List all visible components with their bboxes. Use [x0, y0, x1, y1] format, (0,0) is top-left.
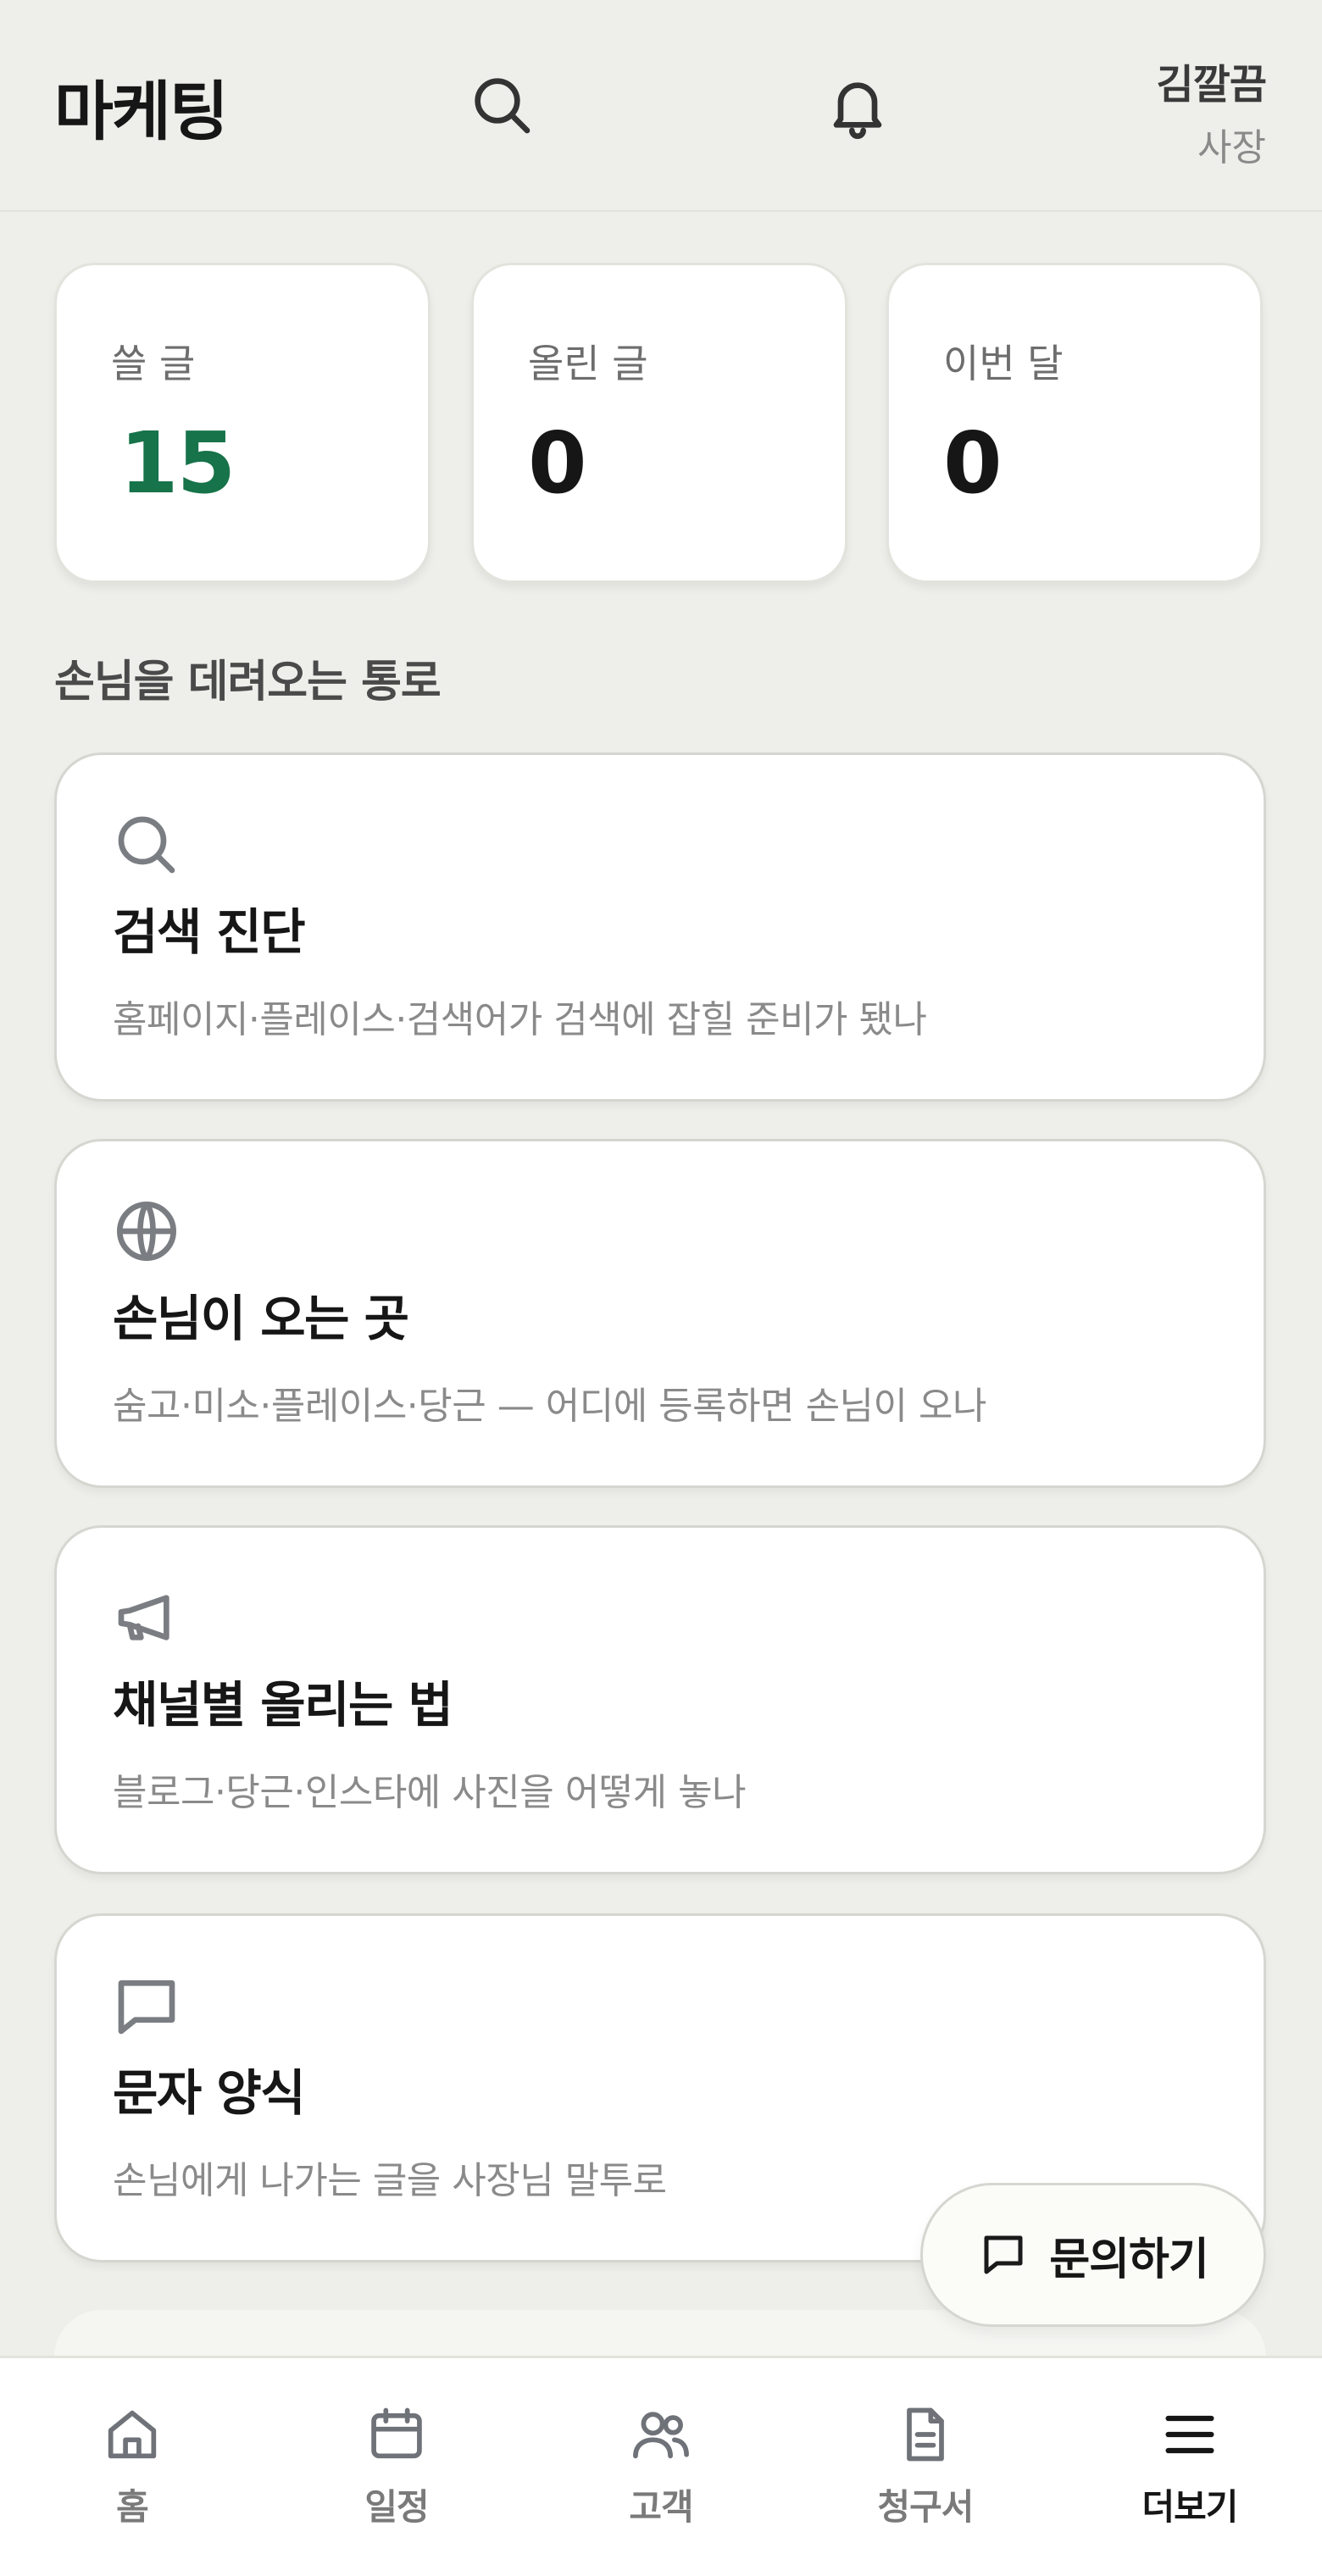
stat-value: 15 — [119, 414, 236, 513]
section-title: 손님을 데려오는 통로 — [54, 657, 442, 708]
stat-label: 올린 글 — [528, 341, 648, 386]
feature-desc: 손님에게 나가는 글을 사장님 말투로 — [113, 2159, 667, 2202]
nav-label: 홈 — [116, 2486, 149, 2528]
stat-card-this-month[interactable]: 이번 달 0 — [886, 263, 1263, 583]
search-icon[interactable] — [468, 71, 536, 139]
bell-icon[interactable] — [824, 71, 892, 139]
nav-item-invoices[interactable]: 청구서 — [841, 2402, 1010, 2530]
menu-icon — [1165, 2415, 1214, 2454]
nav-item-schedule[interactable]: 일정 — [312, 2402, 481, 2530]
document-icon — [907, 2407, 944, 2462]
stat-card-posted[interactable]: 올린 글 0 — [471, 263, 847, 583]
inquiry-button[interactable]: 문의하기 — [920, 2183, 1266, 2327]
feature-desc: 블로그·당근·인스타에 사진을 어떻게 놓나 — [113, 1771, 747, 1814]
nav-item-more[interactable]: 더보기 — [1105, 2402, 1275, 2530]
feature-card-search-diagnosis[interactable]: 검색 진단 홈페이지·플레이스·검색어가 검색에 잡힐 준비가 됐나 — [54, 752, 1266, 1102]
nav-label: 고객 — [629, 2486, 693, 2528]
user-name: 김깔끔 — [1156, 61, 1267, 108]
chat-icon — [984, 2235, 1023, 2274]
nav-item-home[interactable]: 홈 — [47, 2402, 217, 2530]
feature-title: 문자 양식 — [113, 2064, 306, 2122]
globe-icon — [113, 1197, 181, 1265]
feature-desc: 홈페이지·플레이스·검색어가 검색에 잡힐 준비가 됐나 — [113, 998, 927, 1041]
feature-title: 손님이 오는 곳 — [113, 1290, 409, 1347]
megaphone-icon — [113, 1584, 181, 1652]
calendar-icon — [371, 2407, 422, 2459]
search-icon — [113, 811, 181, 879]
inquiry-button-label: 문의하기 — [1049, 2234, 1208, 2285]
nav-item-customers[interactable]: 고객 — [576, 2402, 746, 2530]
stat-value: 0 — [943, 414, 1003, 513]
user-profile[interactable]: 김깔끔 사장 — [1156, 51, 1267, 171]
nav-label: 일정 — [364, 2486, 429, 2528]
message-icon — [113, 1972, 181, 2040]
feature-title: 채널별 올리는 법 — [113, 1676, 453, 1734]
feature-card-customer-sources[interactable]: 손님이 오는 곳 숨고·미소·플레이스·당근 — 어디에 등록하면 손님이 오나 — [54, 1139, 1266, 1488]
top-header: 마케팅 김깔끔 사장 — [0, 0, 1322, 212]
stat-label: 이번 달 — [943, 341, 1064, 386]
home-icon — [108, 2410, 157, 2459]
page-title: 마케팅 — [54, 74, 229, 149]
feature-desc: 숨고·미소·플레이스·당근 — 어디에 등록하면 손님이 오나 — [113, 1385, 986, 1428]
stat-value: 0 — [528, 414, 587, 513]
bottom-navigation: 홈 일정 고객 청구서 더보기 — [0, 2356, 1322, 2576]
feature-card-channel-posting[interactable]: 채널별 올리는 법 블로그·당근·인스타에 사진을 어떻게 놓나 — [54, 1525, 1266, 1874]
users-icon — [633, 2412, 689, 2459]
nav-label: 청구서 — [877, 2486, 975, 2528]
stat-label: 쓸 글 — [111, 341, 196, 386]
feature-title: 검색 진단 — [113, 903, 306, 961]
user-role: 사장 — [1197, 126, 1266, 169]
stat-card-to-write[interactable]: 쓸 글 15 — [54, 263, 430, 583]
nav-label: 더보기 — [1141, 2486, 1239, 2528]
